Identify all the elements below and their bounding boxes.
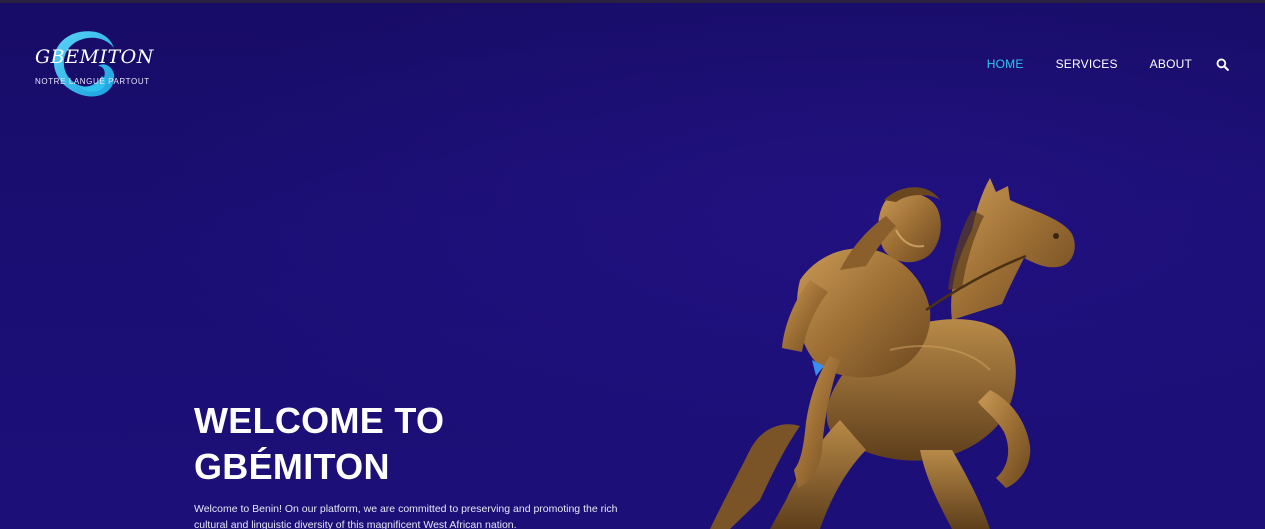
equestrian-statue-image bbox=[710, 178, 1075, 529]
hero-page: GBEMITON NOTRE LANGUE PARTOUT HOME SERVI… bbox=[0, 0, 1265, 529]
main-nav: HOME SERVICES ABOUT bbox=[955, 57, 1229, 71]
hero-title-line-1: WELCOME TO bbox=[194, 400, 445, 441]
search-icon[interactable] bbox=[1216, 58, 1229, 71]
hero-title-line-2: GBÉMITON bbox=[194, 446, 390, 487]
site-logo[interactable]: GBEMITON NOTRE LANGUE PARTOUT bbox=[30, 26, 160, 102]
brand-tagline: NOTRE LANGUE PARTOUT bbox=[35, 77, 150, 86]
hero-description: Welcome to Benin! On our platform, we ar… bbox=[194, 503, 618, 529]
nav-services[interactable]: SERVICES bbox=[1056, 57, 1118, 71]
brand-name: GBEMITON bbox=[35, 46, 154, 68]
hero-title: WELCOME TO GBÉMITON bbox=[194, 398, 574, 490]
nav-home[interactable]: HOME bbox=[987, 57, 1024, 71]
top-border bbox=[0, 0, 1265, 3]
nav-about[interactable]: ABOUT bbox=[1150, 57, 1192, 71]
